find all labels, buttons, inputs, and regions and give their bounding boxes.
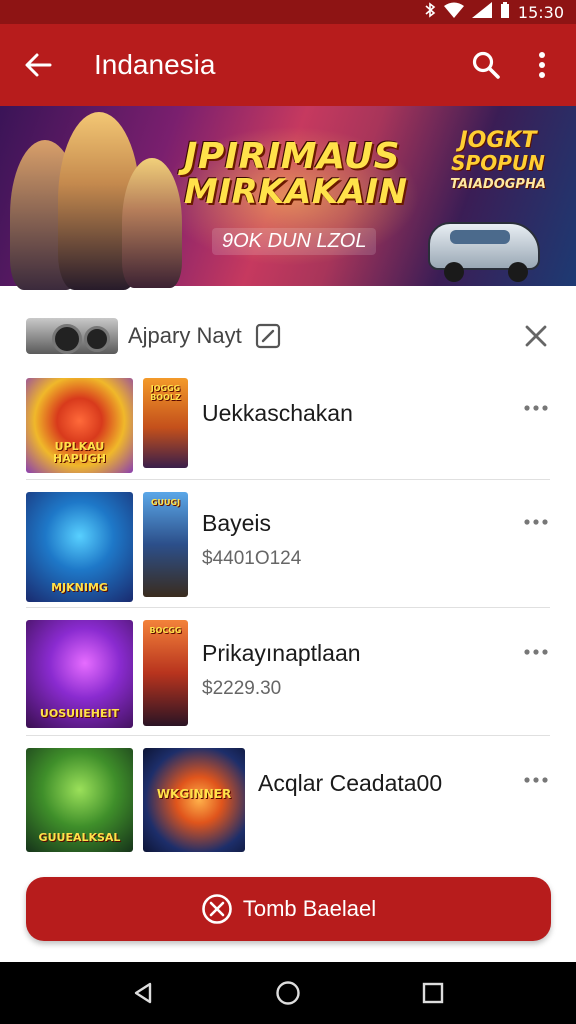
edit-icon <box>255 323 280 349</box>
close-icon <box>525 325 547 347</box>
banner-title-line1: JPIRIMAUS <box>184 136 401 177</box>
game-name: Uekkaschakan <box>202 400 353 426</box>
primary-action-button[interactable]: Tomb Baelael <box>26 877 551 941</box>
list-item[interactable]: UOSUIIEHEIT BOCGG Prikayınaptlaan $2229.… <box>0 608 576 736</box>
edit-button[interactable] <box>254 322 282 350</box>
search-button[interactable] <box>458 37 514 93</box>
list-item[interactable]: GUUEALKSAL WKGINNER Acqlar Ceadata00 <box>0 736 576 854</box>
game-thumbnail: UOSUIIEHEIT <box>26 620 133 728</box>
banner-side-line3: TAIADOGPHA <box>450 177 546 192</box>
game-thumbnail-text: MJKNIMG <box>51 581 108 594</box>
more-options-button[interactable] <box>514 37 570 93</box>
banner-hero-right <box>122 158 182 288</box>
status-bar: 15:30 <box>0 0 576 24</box>
wifi-icon <box>443 2 464 23</box>
item-more-button[interactable] <box>518 394 554 422</box>
list-item[interactable]: UPLKAU HAPUGH JOGGG BOOLZ Uekkaschakan <box>0 372 576 480</box>
nav-home-icon <box>276 981 300 1005</box>
banner-side-line2: SPOPUN <box>451 151 545 175</box>
game-name: Prikayınaptlaan <box>202 640 361 666</box>
list-header-label: Ajpary Nayt <box>128 323 242 348</box>
nav-home-button[interactable] <box>264 969 312 1017</box>
more-vert-icon <box>539 52 545 78</box>
item-more-button[interactable] <box>518 508 554 536</box>
back-button[interactable] <box>8 35 68 95</box>
game-cover-text: JOGGG BOOLZ <box>150 384 181 402</box>
arrow-left-icon <box>25 53 52 77</box>
nav-back-icon <box>134 982 151 1004</box>
nav-recents-button[interactable] <box>409 969 457 1017</box>
signal-icon <box>471 1 492 23</box>
banner-car-wheel <box>444 262 464 282</box>
battery-icon <box>500 1 510 23</box>
system-nav-bar <box>0 962 576 1024</box>
game-thumbnail-text: UPLKAU HAPUGH <box>53 440 106 465</box>
cancel-circle-icon <box>201 893 233 925</box>
game-name: Bayeis <box>202 510 272 536</box>
game-thumbnail-text: UOSUIIEHEIT <box>39 707 120 720</box>
app-bar: Indanesia <box>0 24 576 106</box>
more-horiz-icon <box>524 777 548 783</box>
camera-thumbnail <box>26 318 118 354</box>
more-horiz-icon <box>524 649 548 655</box>
item-more-button[interactable] <box>518 766 554 794</box>
game-thumbnail: MJKNIMG <box>26 492 133 602</box>
game-price: $4401O124 <box>202 548 302 569</box>
bluetooth-icon <box>424 1 436 23</box>
banner-subtitle: 9OK DUN LZOL <box>212 228 377 255</box>
close-button[interactable] <box>518 318 554 354</box>
primary-action-label: Tomb Baelael <box>242 896 377 921</box>
game-cover: BOCGG <box>143 620 188 726</box>
game-name: Acqlar Ceadata00 <box>258 770 443 796</box>
game-cover: WKGINNER <box>143 748 245 852</box>
game-cover: JOGGG BOOLZ <box>143 378 188 468</box>
game-cover: GUUGJ <box>143 492 188 597</box>
game-price: $2229.30 <box>202 678 282 699</box>
banner-car-wheel <box>508 262 528 282</box>
list-item[interactable]: MJKNIMG GUUGJ Bayeis $4401O124 <box>0 480 576 608</box>
more-horiz-icon <box>524 519 548 525</box>
game-cover-text: GUUGJ <box>150 498 181 507</box>
game-thumbnail-text: GUUEALKSAL <box>38 831 121 844</box>
nav-back-button[interactable] <box>119 969 167 1017</box>
nav-recents-icon <box>423 982 444 1004</box>
banner-title-line2: MIRKAKAIN <box>184 172 408 212</box>
game-cover-text: BOCGG <box>149 626 182 635</box>
game-cover-text: WKGINNER <box>156 787 232 801</box>
game-thumbnail: UPLKAU HAPUGH <box>26 378 133 473</box>
game-thumbnail: GUUEALKSAL <box>26 748 133 852</box>
item-more-button[interactable] <box>518 638 554 666</box>
search-icon <box>472 51 500 79</box>
banner-side-line1: JOGKT <box>459 128 537 153</box>
more-horiz-icon <box>524 405 548 411</box>
banner-side-logo: JOGKT SPOPUN TAIADOGPHA <box>446 130 550 196</box>
list-header: Ajpary Nayt <box>0 308 576 364</box>
status-time: 15:30 <box>517 2 564 22</box>
page-title: Indanesia <box>94 49 216 80</box>
